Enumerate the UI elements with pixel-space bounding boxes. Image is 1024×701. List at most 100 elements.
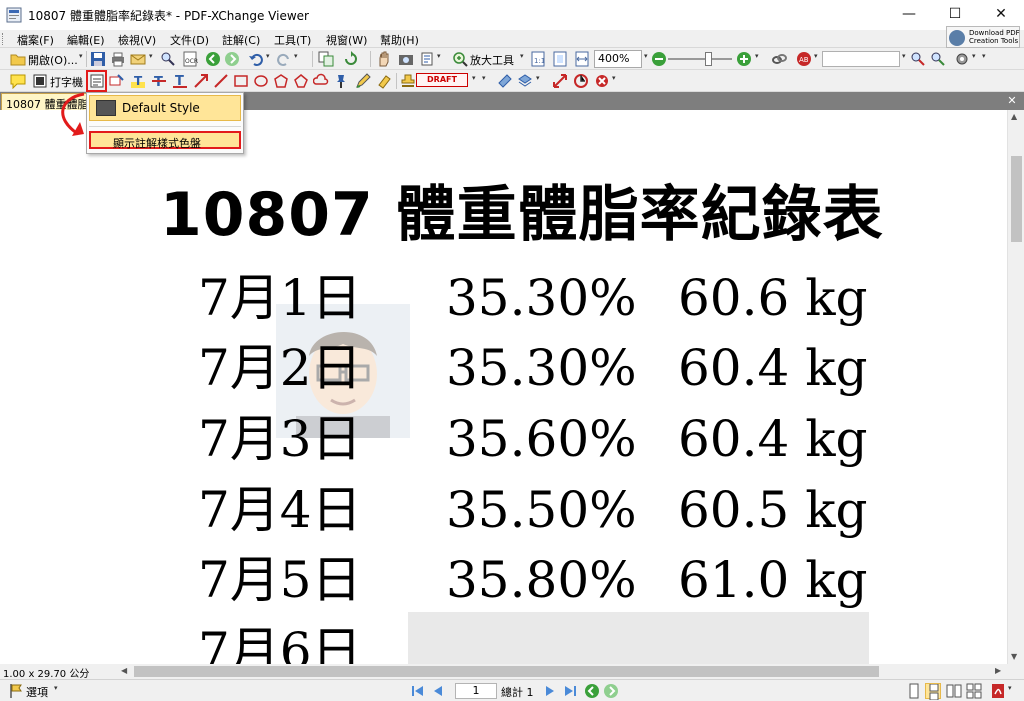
highlight-text-icon[interactable]: T [130,73,146,89]
pin-tool-icon[interactable] [333,73,349,89]
scroll-down-icon[interactable]: ▼ [1011,652,1017,661]
forward-icon[interactable] [224,51,240,67]
ocr-icon[interactable]: OCR [182,51,198,67]
measure-area-icon[interactable] [517,73,533,89]
find-previous-icon[interactable] [910,51,926,67]
zoom-tool-dropdown-icon[interactable]: ▾ [520,52,524,60]
zoom-in-icon[interactable] [736,51,752,67]
actual-size-icon[interactable]: 1:1 [530,51,546,67]
menu-tools[interactable]: 工具(T) [274,32,311,48]
stamp-dropdown-icon[interactable]: ▾ [472,74,476,82]
zoom-slider-thumb[interactable] [705,52,712,66]
document-view[interactable]: 10807 體重體脂率紀錄表 7月1日 35.30% 60.6 kg 7月2日 … [0,110,1007,664]
fit-page-icon[interactable] [552,51,568,67]
typewriter-icon[interactable] [32,73,48,89]
print-icon[interactable] [110,51,126,67]
undo-dropdown-icon[interactable]: ▾ [266,52,270,60]
search-input-dropdown-icon[interactable]: ▾ [902,52,906,60]
toolbar-grip-icon[interactable] [2,33,5,45]
next-page-icon[interactable] [542,683,558,699]
single-page-view-icon[interactable] [906,683,922,699]
scroll-up-icon[interactable]: ▲ [1011,112,1017,121]
email-dropdown-icon[interactable]: ▾ [149,52,153,60]
continuous-facing-view-icon[interactable] [966,683,982,699]
find-icon[interactable] [160,51,176,67]
select-dropdown-icon[interactable]: ▾ [437,52,441,60]
eraser-tool-icon[interactable] [376,73,392,89]
page-number-field[interactable]: 1 [455,683,497,699]
menu-document[interactable]: 文件(D) [170,32,209,48]
arrange-arrows-icon[interactable] [552,73,568,89]
continuous-view-icon[interactable] [925,683,941,700]
horizontal-scrollbar[interactable]: ◀ ▶ [118,664,1007,679]
search-dropdown-icon[interactable]: ▾ [814,52,818,60]
history-forward-icon[interactable] [603,683,619,699]
minimize-button[interactable]: — [886,0,932,30]
menu-window[interactable]: 視窗(W) [326,32,367,48]
settings-tools-icon[interactable] [954,51,970,67]
reset-annotations-icon[interactable] [573,73,589,89]
default-style-item[interactable]: Default Style [89,95,241,121]
copy-icon[interactable] [318,51,334,67]
search-input[interactable] [822,51,900,67]
menu-comments[interactable]: 註解(C) [222,32,260,48]
zoom-tool-button[interactable]: 放大工具 [470,52,514,68]
menu-help[interactable]: 幫助(H) [380,32,419,48]
draft-stamp-preview[interactable]: DRAFT [416,73,468,87]
last-page-icon[interactable] [562,683,578,699]
vertical-scrollbar[interactable]: ▲ ▼ [1007,110,1024,664]
scroll-left-icon[interactable]: ◀ [121,666,127,675]
open-folder-icon[interactable] [10,51,26,67]
toolbar-overflow-icon[interactable]: ▾ [982,52,986,60]
zoom-tool-icon[interactable] [452,51,468,67]
open-button[interactable]: 開啟(O)... [28,52,78,68]
polygon-tool-icon[interactable] [273,73,289,89]
pencil-tool-icon[interactable] [355,73,371,89]
arrow-tool-icon[interactable] [193,73,209,89]
email-icon[interactable] [130,51,146,67]
rotate-icon[interactable] [343,51,359,67]
cloud-tool-icon[interactable] [313,73,329,89]
acrobat-search-icon[interactable]: AB [796,51,812,67]
options-flag-icon[interactable] [8,683,24,699]
pdf-icon[interactable] [990,683,1006,699]
zoom-out-icon[interactable] [651,51,667,67]
first-page-icon[interactable] [410,683,426,699]
facing-view-icon[interactable] [946,683,962,699]
annotations-overflow-icon[interactable]: ▾ [612,74,616,82]
open-dropdown-icon[interactable]: ▾ [79,52,83,60]
menu-file[interactable]: 檔案(F) [17,32,54,48]
options-button[interactable]: 選項 [26,684,48,700]
select-text-icon[interactable] [420,51,436,67]
find-next-icon[interactable] [930,51,946,67]
undo-icon[interactable] [248,51,264,67]
settings-dropdown-icon[interactable]: ▾ [972,52,976,60]
zoom-slider-track[interactable] [668,58,732,60]
snapshot-icon[interactable] [398,51,414,67]
sticky-note-icon[interactable] [10,73,26,89]
underline-text-icon[interactable]: T [172,73,188,89]
menu-view[interactable]: 檢視(V) [118,32,156,48]
measure-dropdown-icon[interactable]: ▾ [536,74,540,82]
redo-icon[interactable] [276,51,292,67]
redo-dropdown-icon[interactable]: ▾ [294,52,298,60]
measure-distance-icon[interactable] [497,73,513,89]
delete-annotations-icon[interactable] [594,73,610,89]
strikeout-text-icon[interactable]: T [151,73,167,89]
history-back-icon[interactable] [584,683,600,699]
save-icon[interactable] [90,51,106,67]
annotation-overflow-icon[interactable]: ▾ [482,74,486,82]
line-tool-icon[interactable] [213,73,229,89]
stamp-tool-icon[interactable] [400,73,416,89]
horizontal-scroll-thumb[interactable] [134,666,879,677]
typewriter-button[interactable]: 打字機 [50,74,83,90]
fit-width-icon[interactable] [574,51,590,67]
zoom-level-dropdown-icon[interactable]: ▾ [644,52,648,60]
rectangle-tool-icon[interactable] [233,73,249,89]
vertical-scroll-thumb[interactable] [1011,156,1022,242]
back-icon[interactable] [205,51,221,67]
download-pdf-tools-button[interactable]: Download PDF Creation Tools [946,26,1020,48]
ellipse-tool-icon[interactable] [253,73,269,89]
hand-tool-icon[interactable] [376,51,392,67]
highlight-area-icon[interactable] [109,73,125,89]
